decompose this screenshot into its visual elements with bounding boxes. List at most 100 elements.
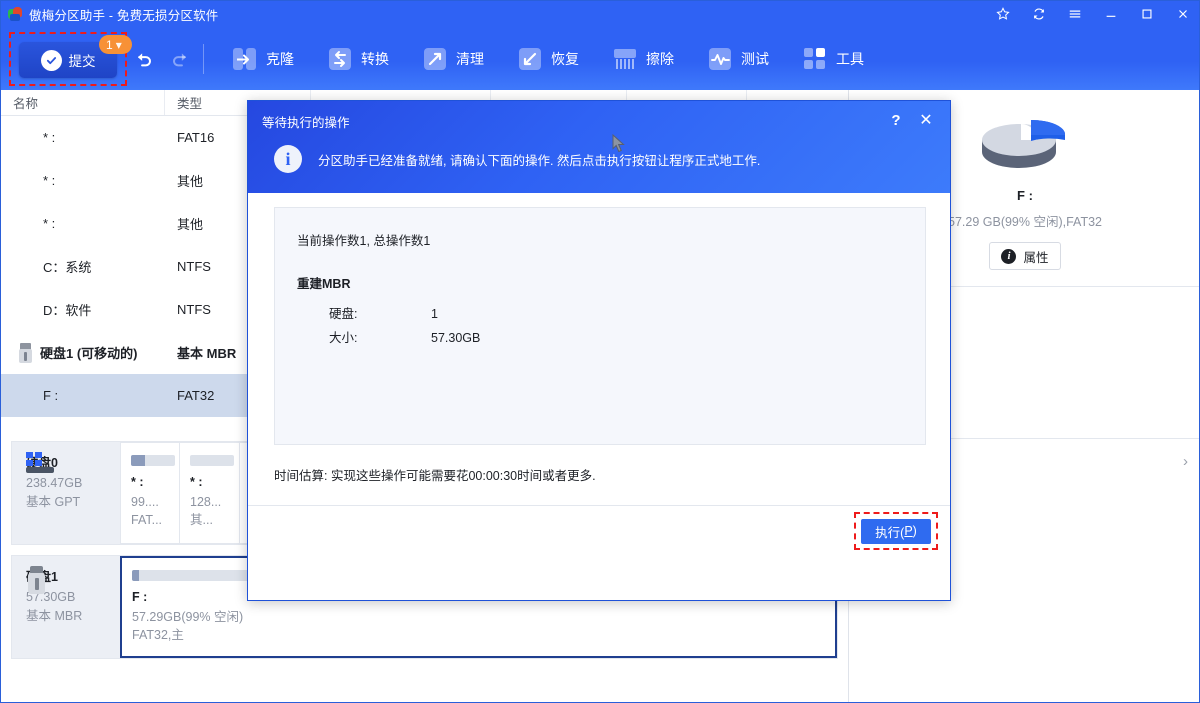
aomei-logo-icon xyxy=(8,7,23,22)
execute-button[interactable]: 执行(P) xyxy=(861,519,931,544)
tools-grid-icon xyxy=(803,47,827,71)
redo-button[interactable] xyxy=(170,49,191,70)
wipe-brush-icon xyxy=(613,47,637,71)
minimize-button[interactable] xyxy=(1093,1,1129,27)
execute-label-pre: 执行( xyxy=(875,522,904,541)
time-estimate: 时间估算: 实现这些操作可能需要花00:00:30时间或者更多. xyxy=(274,465,596,484)
toolbar-item-recover[interactable]: 恢复 xyxy=(501,32,596,86)
row-name: * : xyxy=(1,216,165,231)
column-header-name[interactable]: 名称 xyxy=(1,90,165,115)
toolbar-divider xyxy=(203,44,204,74)
toolbar-item-label: 擦除 xyxy=(646,49,674,69)
favorite-button[interactable] xyxy=(985,1,1021,27)
row-name: C：系统 xyxy=(1,257,165,276)
operation-count: 当前操作数1, 总操作数1 xyxy=(297,230,925,249)
window-title: 傲梅分区助手 - 免费无损分区软件 xyxy=(29,5,219,24)
usb-drive-icon xyxy=(19,343,32,363)
maximize-icon xyxy=(1140,7,1154,21)
partition-fs: FAT32,主 xyxy=(132,626,827,644)
row-name: * : xyxy=(1,173,165,188)
partition-title: * : xyxy=(190,475,231,489)
row-name: 硬盘1 (可移动的) xyxy=(40,343,138,362)
partition-fs: 其... xyxy=(190,511,231,529)
toolbar-item-wipe[interactable]: 擦除 xyxy=(596,32,691,86)
usage-bar xyxy=(190,455,234,466)
toolbar-item-label: 恢复 xyxy=(551,49,579,69)
dialog-footer: 执行(P) xyxy=(248,505,950,553)
toolbar-item-test[interactable]: 测试 xyxy=(691,32,786,86)
partition-card[interactable]: * : 99.... FAT... xyxy=(120,442,180,544)
operation-value: 1 xyxy=(431,302,438,326)
toolbar-item-convert[interactable]: 转换 xyxy=(311,32,406,86)
toolbar-item-label: 测试 xyxy=(741,49,769,69)
chevron-down-icon: ▾ xyxy=(116,38,122,52)
chevron-right-icon: › xyxy=(1183,453,1188,470)
refresh-button[interactable] xyxy=(1021,1,1057,27)
dialog-close-button[interactable]: ✕ xyxy=(914,109,938,131)
window-controls xyxy=(985,1,1200,27)
properties-button[interactable]: i 属性 xyxy=(989,242,1061,270)
row-name: * : xyxy=(1,130,165,145)
disk-scheme: 基本 MBR xyxy=(26,607,120,626)
operation-title: 重建MBR xyxy=(297,273,925,292)
execute-highlight-box: 执行(P) xyxy=(854,512,938,550)
convert-arrow-icon xyxy=(328,47,352,71)
info-icon: i xyxy=(1001,249,1016,264)
pending-count: 1 xyxy=(106,38,113,52)
application-window: 傲梅分区助手 - 免费无损分区软件 xyxy=(0,0,1200,703)
disk-size: 238.47GB xyxy=(26,474,120,493)
info-icon: i xyxy=(274,145,302,173)
submit-highlight-box: 提交 1 ▾ xyxy=(9,32,127,86)
toolbar-item-cleanup[interactable]: 清理 xyxy=(406,32,501,86)
pending-operations-badge[interactable]: 1 ▾ xyxy=(99,35,132,54)
maximize-button[interactable] xyxy=(1129,1,1165,27)
toolbar-items: 克隆 转换 清理 xyxy=(216,32,881,86)
toolbar-item-tools[interactable]: 工具 xyxy=(786,32,881,86)
partition-card[interactable]: * : 128... 其... xyxy=(180,442,240,544)
close-icon xyxy=(1176,7,1190,21)
operation-value: 57.30GB xyxy=(431,326,480,350)
dialog-message-row: i 分区助手已经准备就绪, 请确认下面的操作. 然后点击执行按钮让程序正式地工作… xyxy=(274,145,760,173)
properties-label: 属性 xyxy=(1023,247,1048,266)
clone-arrow-icon xyxy=(233,47,257,71)
submit-label: 提交 xyxy=(69,50,96,70)
close-button[interactable] xyxy=(1165,1,1200,27)
disk-info-1: 硬盘1 57.30GB 基本 MBR xyxy=(12,556,120,658)
cleanup-expand-icon xyxy=(423,47,447,71)
partition-size: 128... xyxy=(190,493,231,511)
operations-list-box: 当前操作数1, 总操作数1 重建MBR 硬盘: 1 大小: 57.30GB xyxy=(274,207,926,445)
dialog-title: 等待执行的操作 xyxy=(262,112,350,131)
partition-title: * : xyxy=(131,475,171,489)
operation-detail-row: 硬盘: 1 xyxy=(297,302,925,326)
undo-button[interactable] xyxy=(133,49,154,70)
operation-detail-row: 大小: 57.30GB xyxy=(297,326,925,350)
redo-arrow-icon xyxy=(170,49,191,70)
hamburger-menu-icon xyxy=(1068,7,1082,21)
column-label: 类型 xyxy=(177,93,202,112)
operation-key: 硬盘: xyxy=(297,302,431,326)
column-label: 名称 xyxy=(13,93,38,112)
recover-arrow-icon xyxy=(518,47,542,71)
refresh-icon xyxy=(1032,7,1046,21)
partition-size: 57.29GB(99% 空闲) xyxy=(132,608,827,626)
dialog-help-button[interactable]: ? xyxy=(884,109,908,131)
row-name: D：软件 xyxy=(1,300,165,319)
partition-fs: FAT... xyxy=(131,511,171,529)
disk-scheme: 基本 GPT xyxy=(26,493,120,512)
execute-label-post: ) xyxy=(913,524,917,538)
undo-arrow-icon xyxy=(133,49,154,70)
undo-redo-group xyxy=(133,32,191,86)
disk-info-0: 硬盘0 238.47GB 基本 GPT xyxy=(12,442,120,544)
menu-button[interactable] xyxy=(1057,1,1093,27)
title-bar: 傲梅分区助手 - 免费无损分区软件 xyxy=(1,1,1200,27)
pending-operations-dialog: 等待执行的操作 ? ✕ i 分区助手已经准备就绪, 请确认下面的操作. 然后点击… xyxy=(247,100,951,601)
row-name: F : xyxy=(1,388,165,403)
minimize-icon xyxy=(1104,7,1118,21)
dialog-header: 等待执行的操作 ? ✕ i 分区助手已经准备就绪, 请确认下面的操作. 然后点击… xyxy=(248,101,950,193)
usage-bar xyxy=(131,455,175,466)
mouse-cursor-icon xyxy=(612,134,625,153)
check-circle-icon xyxy=(41,50,62,71)
toolbar-item-label: 克隆 xyxy=(266,49,294,69)
toolbar-item-clone[interactable]: 克隆 xyxy=(216,32,311,86)
main-toolbar: 提交 1 ▾ xyxy=(1,27,1200,90)
